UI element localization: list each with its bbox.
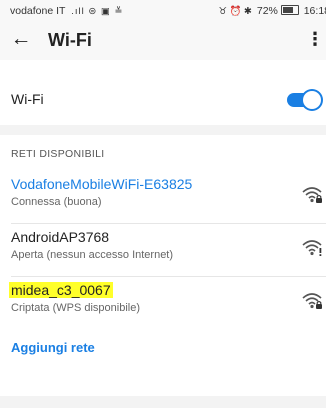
network-status: Connessa (buona) [11,196,102,208]
more-options-icon[interactable]: ⋮ [306,26,324,52]
bottom-area [0,396,326,408]
network-ssid: VodafoneMobileWiFi-E63825 [11,176,193,192]
status-icons-right: ♉ ⏰ ✱ 72% 16:18 [218,5,326,17]
list-separator [11,276,326,277]
available-networks-header: RETI DISPONIBILI [11,148,105,160]
add-network-button[interactable]: Aggiungi rete [11,340,95,355]
status-bar: vodafone IT .ıll ⊜ ▣ ≚ ♉ ⏰ ✱ 72% 16:18 [0,0,326,20]
list-separator [11,223,326,224]
system-icons: ♉ ⏰ ✱ [218,6,252,17]
wifi-toggle-row[interactable]: Wi-Fi [0,83,326,117]
network-item-vodafone[interactable]: VodafoneMobileWiFi-E63825 Connessa (buon… [0,176,326,226]
network-status: Criptata (WPS disponibile) [11,302,140,314]
page-title: Wi-Fi [48,30,92,50]
network-ssid: midea_c3_0067 [9,282,113,298]
status-icons-left: .ıll ⊜ ▣ ≚ [71,6,124,17]
battery-percent: 72% [256,5,278,17]
wifi-open-icon [302,240,322,256]
wifi-toggle-switch[interactable] [287,91,321,109]
wifi-locked-icon [302,293,322,309]
section-divider [0,125,326,135]
wifi-toggle-label: Wi-Fi [11,91,44,107]
network-item-midea[interactable]: midea_c3_0067 Criptata (WPS disponibile) [0,282,326,332]
carrier-info: vodafone IT .ıll ⊜ ▣ ≚ [10,5,124,17]
network-item-androidap[interactable]: AndroidAP3768 Aperta (nessun accesso Int… [0,229,326,279]
toggle-knob [303,91,321,109]
network-ssid: AndroidAP3768 [11,229,110,245]
network-status: Aperta (nessun accesso Internet) [11,249,174,261]
wifi-locked-icon [302,187,322,203]
battery-icon [280,5,299,15]
clock: 16:18 [303,5,326,17]
app-bar: ← Wi-Fi ⋮ [0,20,326,60]
carrier-name: vodafone IT [10,5,66,17]
back-arrow-icon[interactable]: ← [8,26,34,52]
